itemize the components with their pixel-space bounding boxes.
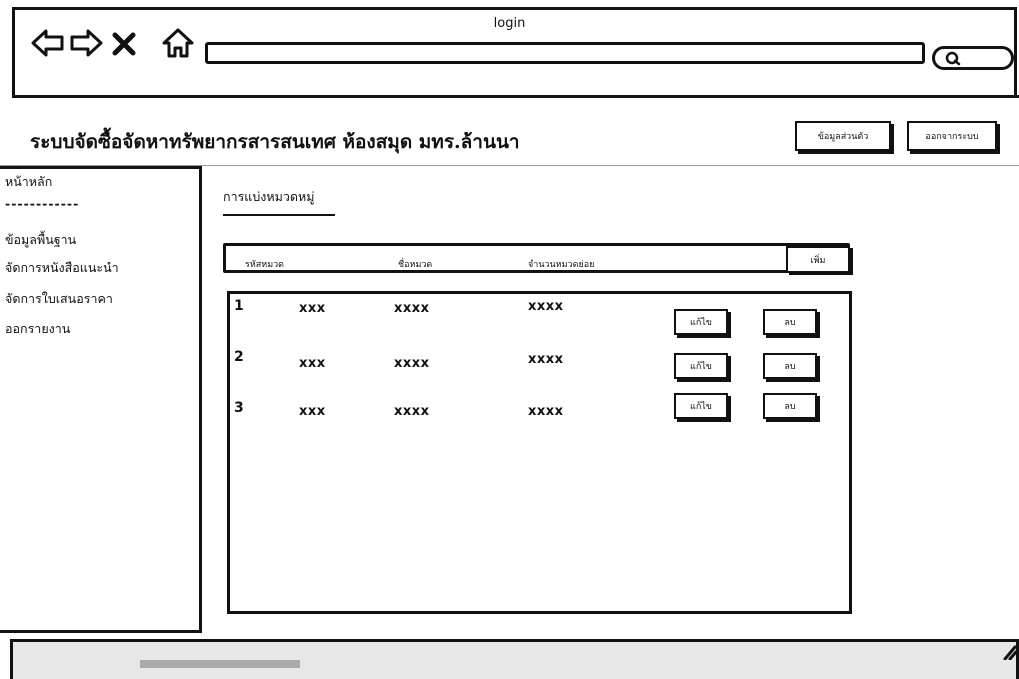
cell-name: xxxx [394, 356, 430, 371]
edit-button[interactable]: แก้ไข [674, 309, 728, 335]
add-button[interactable]: เพิ่ม [786, 246, 850, 273]
cell-name: xxxx [394, 301, 430, 316]
cell-subcount: xxxx [528, 404, 564, 419]
edit-button[interactable]: แก้ไข [674, 393, 728, 419]
cell-name: xxxx [394, 404, 430, 419]
horizontal-scrollbar[interactable] [140, 660, 300, 668]
cell-code: xxx [299, 356, 326, 371]
status-bar [10, 639, 1019, 679]
window-title: login [493, 16, 526, 31]
sidebar-item-quotations[interactable]: จัดการใบเสนอราคา [5, 289, 113, 309]
cell-code: xxx [299, 404, 326, 419]
column-header-subcount: จำนวนหมวดย่อย [528, 260, 595, 270]
cell-code: xxx [299, 301, 326, 316]
row-number: 3 [234, 400, 244, 416]
delete-button[interactable]: ลบ [763, 309, 817, 335]
column-header-name: ชื่อหมวด [398, 260, 433, 270]
cell-subcount: xxxx [528, 299, 564, 314]
section-title: การแบ่งหมวดหมู่ [223, 189, 315, 204]
row-number: 2 [234, 349, 244, 365]
row-number: 1 [234, 298, 244, 314]
sidebar-item-reports[interactable]: ออกรายงาน [5, 319, 70, 339]
arrow-right-icon[interactable] [68, 25, 104, 61]
cell-subcount: xxxx [528, 352, 564, 367]
close-icon[interactable] [110, 30, 138, 58]
search-icon [945, 51, 961, 66]
search-field[interactable] [932, 46, 1014, 70]
table-body [227, 291, 852, 614]
delete-button[interactable]: ลบ [763, 353, 817, 379]
sidebar-item-master-data[interactable]: ข้อมูลพื้นฐาน [5, 230, 76, 250]
sidebar-item-home[interactable]: หน้าหลัก [5, 172, 52, 192]
resize-grip-icon[interactable] [999, 642, 1017, 660]
arrow-left-icon[interactable] [30, 25, 66, 61]
address-bar[interactable] [205, 42, 925, 64]
sidebar-separator: ------------ [5, 196, 80, 211]
profile-button[interactable]: ข้อมูลส่วนตัว [795, 121, 891, 151]
column-header-code: รหัสหมวด [245, 260, 285, 270]
section-underline [223, 214, 335, 216]
home-icon[interactable] [160, 25, 196, 61]
chrome-divider [12, 95, 1019, 98]
logout-button[interactable]: ออกจากระบบ [907, 121, 997, 151]
sidebar-item-recommended-books[interactable]: จัดการหนังสือแนะนำ [5, 258, 119, 278]
edit-button[interactable]: แก้ไข [674, 353, 728, 379]
delete-button[interactable]: ลบ [763, 393, 817, 419]
page-title: ระบบจัดซื้อจัดหาทรัพยากรสารสนเทศ ห้องสมุ… [30, 131, 520, 153]
